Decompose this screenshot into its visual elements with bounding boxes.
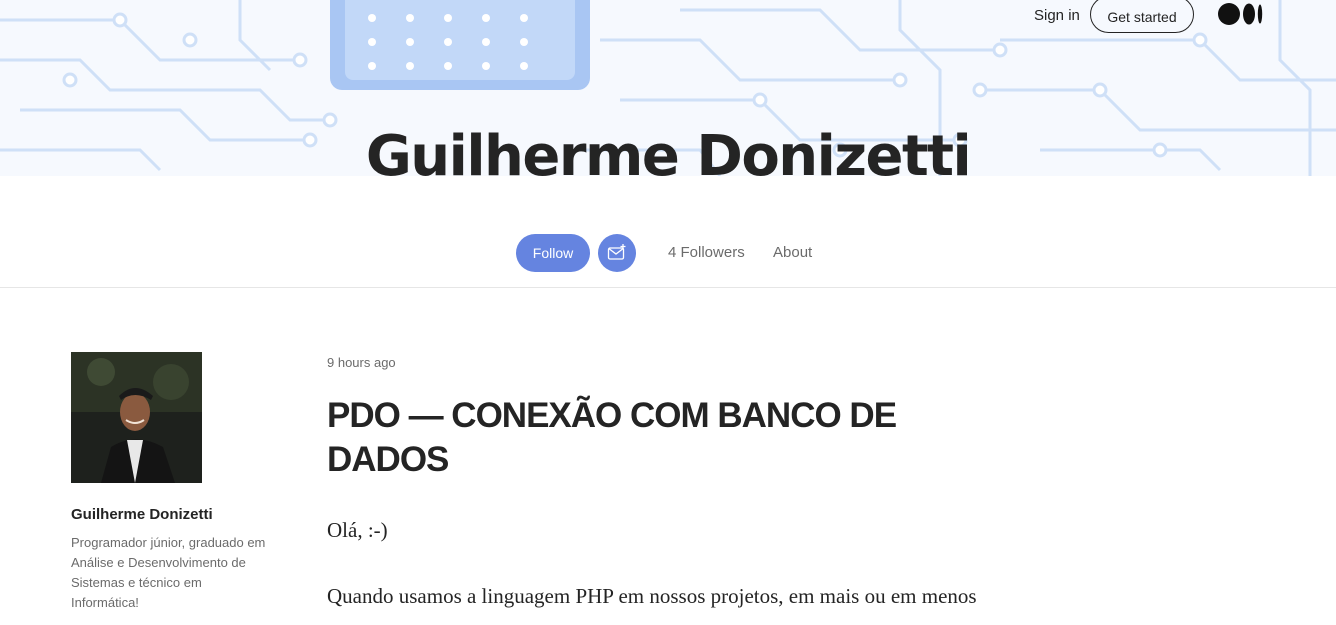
profile-actions: Follow 4 Followers About: [0, 234, 1336, 272]
follow-button[interactable]: Follow: [516, 234, 590, 272]
mail-plus-icon: [607, 244, 626, 260]
followers-count-link[interactable]: 4 Followers: [668, 244, 745, 261]
post-paragraph: Olá, :-): [327, 518, 388, 542]
profile-name: Guilherme Donizetti: [365, 124, 972, 189]
subscribe-button[interactable]: [598, 234, 636, 272]
top-navigation: Sign in Get started: [0, 0, 1336, 34]
author-avatar[interactable]: [71, 352, 202, 483]
sidebar-author-bio: Programador júnior, graduado em Análise …: [71, 535, 266, 610]
post-timestamp: 9 hours ago: [327, 355, 396, 370]
about-link[interactable]: About: [773, 244, 812, 261]
post-title[interactable]: PDO — CONEXÃO COM BANCO DE DADOS: [327, 394, 967, 482]
header-divider: [0, 287, 1336, 288]
get-started-button[interactable]: Get started: [1090, 0, 1194, 33]
post-paragraph: Quando usamos a linguagem PHP em nossos …: [327, 584, 977, 608]
sidebar-author-name[interactable]: Guilherme Donizetti: [71, 506, 213, 523]
author-photo: [71, 352, 202, 483]
medium-logo-icon[interactable]: [1218, 3, 1264, 25]
sign-in-link[interactable]: Sign in: [1034, 7, 1080, 24]
